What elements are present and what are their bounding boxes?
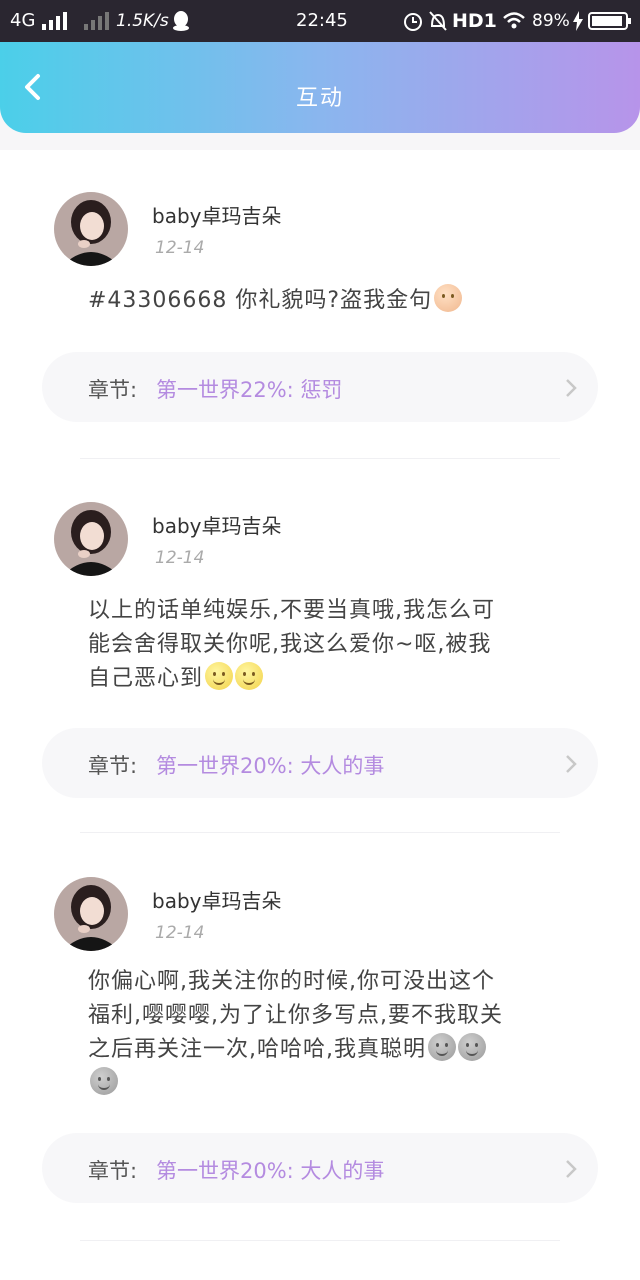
battery-percent: 89% — [532, 11, 570, 31]
qq-icon — [173, 11, 189, 31]
divider — [80, 458, 560, 459]
gray-smile-emoji-icon — [90, 1067, 118, 1095]
alarm-icon — [404, 13, 422, 31]
chapter-label: 章节: — [88, 754, 138, 778]
author-name[interactable]: baby卓玛吉朵 — [152, 885, 281, 914]
network-type: 4G — [10, 10, 36, 31]
chapter-link[interactable]: 章节: 第一世界22%: 惩罚 — [42, 352, 598, 422]
page-title: 互动 — [295, 86, 344, 111]
post-text: #43306668 你礼貌吗?盗我金句 — [88, 284, 583, 318]
chapter-label: 章节: — [88, 1159, 138, 1183]
chevron-right-icon — [566, 379, 577, 397]
chapter-label: 章节: — [88, 378, 138, 402]
post-date: 12-14 — [155, 923, 205, 943]
avatar[interactable] — [54, 502, 128, 576]
shy-monkey-emoji-icon — [434, 284, 463, 312]
hd-indicator: HD1 — [452, 10, 497, 32]
divider — [80, 1240, 560, 1241]
post-text-line: #43306668 你礼貌吗?盗我金句 — [88, 288, 433, 313]
chevron-right-icon — [566, 755, 577, 773]
smile-emoji-icon — [235, 662, 264, 690]
chapter-link[interactable]: 章节: 第一世界20%: 大人的事 — [42, 728, 598, 798]
mute-bell-icon — [429, 11, 447, 31]
author-name[interactable]: baby卓玛吉朵 — [152, 510, 281, 539]
post-text: 以上的话单纯娱乐,不要当真哦,我怎么可 能会舍得取关你呢,我这么爱你~呕,被我 … — [88, 594, 583, 696]
divider — [80, 832, 560, 833]
post-text-line: 以上的话单纯娱乐,不要当真哦,我怎么可 — [88, 598, 495, 623]
wifi-icon — [503, 12, 525, 29]
chevron-right-icon — [566, 1160, 577, 1178]
smile-emoji-icon — [205, 662, 234, 690]
clock: 22:45 — [296, 10, 348, 31]
signal-2-icon — [84, 12, 109, 30]
post-text-line: 你偏心啊,我关注你的时候,你可没出这个 — [88, 969, 495, 994]
post-list: baby卓玛吉朵 12-14 #43306668 你礼貌吗?盗我金句 章节: 第… — [0, 150, 640, 1280]
charging-icon — [573, 11, 583, 31]
status-bar: 4G 1.5K/s 22:45 HD1 89% — [0, 0, 640, 42]
battery-icon — [588, 12, 631, 30]
avatar[interactable] — [54, 877, 128, 951]
chapter-name: 第一世界20%: 大人的事 — [156, 754, 385, 778]
post-text-line: 之后再关注一次,哈哈哈,我真聪明 — [88, 1037, 426, 1062]
author-name[interactable]: baby卓玛吉朵 — [152, 200, 281, 229]
gray-smile-emoji-icon — [458, 1033, 486, 1061]
network-speed: 1.5K/s — [116, 11, 169, 31]
post-date: 12-14 — [155, 238, 205, 258]
post-text-line: 福利,嘤嘤嘤,为了让你多写点,要不我取关 — [88, 1003, 503, 1028]
post-text-line: 能会舍得取关你呢,我这么爱你~呕,被我 — [88, 632, 492, 657]
chapter-name: 第一世界20%: 大人的事 — [156, 1159, 385, 1183]
chapter-link[interactable]: 章节: 第一世界20%: 大人的事 — [42, 1133, 598, 1203]
post-text: 你偏心啊,我关注你的时候,你可没出这个 福利,嘤嘤嘤,为了让你多写点,要不我取关… — [88, 965, 583, 1101]
post-text-line: 自己恶心到 — [88, 666, 204, 691]
header-bar: 互动 — [0, 42, 640, 133]
chapter-name: 第一世界22%: 惩罚 — [156, 378, 343, 402]
gray-smile-emoji-icon — [428, 1033, 456, 1061]
avatar[interactable] — [54, 192, 128, 266]
signal-icon — [42, 12, 67, 30]
post-date: 12-14 — [155, 548, 205, 568]
